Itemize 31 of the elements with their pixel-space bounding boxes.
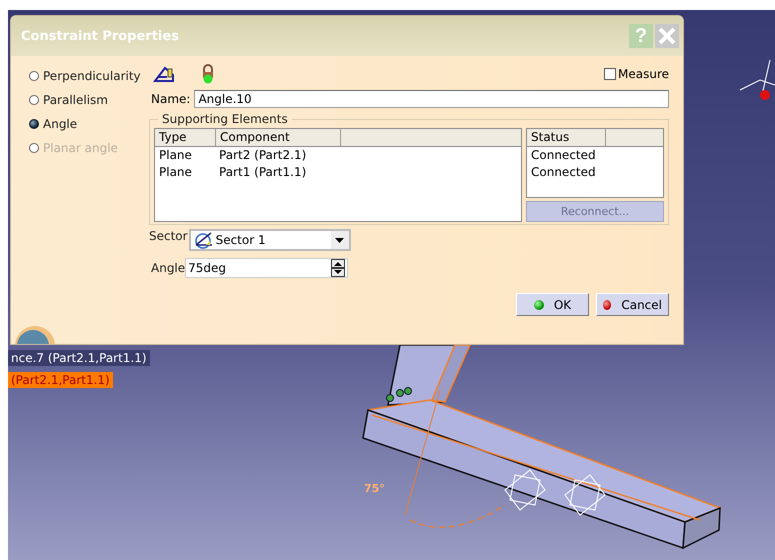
ok-button[interactable]: OK bbox=[516, 293, 589, 316]
sector-dropdown[interactable]: Sector 1 bbox=[188, 229, 351, 251]
column-header[interactable]: Type bbox=[155, 129, 216, 146]
name-label: Name: bbox=[151, 92, 190, 106]
name-field[interactable]: Angle.10 bbox=[194, 90, 669, 108]
table-cell-text: Part2 (Part2.1) bbox=[218, 147, 308, 164]
axis-drawing bbox=[740, 60, 775, 100]
measure-checkbox[interactable]: Measure bbox=[604, 67, 669, 81]
spin-arrows-icon[interactable] bbox=[331, 259, 346, 277]
angle-dimension-label: 75° bbox=[364, 482, 385, 495]
globe-icon bbox=[15, 326, 55, 344]
cancel-button[interactable]: Cancel bbox=[596, 293, 669, 316]
constraint-icon[interactable] bbox=[153, 65, 175, 83]
caret-icon bbox=[335, 238, 344, 242]
angle-spinbox[interactable]: 75deg bbox=[185, 258, 348, 278]
table-cell-text: Plane bbox=[158, 164, 193, 181]
radio-option[interactable]: Angle bbox=[29, 115, 149, 133]
table-cell-text: Part1 (Part1.1) bbox=[218, 164, 308, 181]
window-title: Constraint Properties bbox=[21, 28, 179, 44]
column-header[interactable]: Component bbox=[216, 129, 341, 146]
table-cell-text: Plane bbox=[158, 147, 193, 164]
radio-option[interactable]: Parallelism bbox=[29, 91, 149, 109]
table-cell-text: Connected bbox=[530, 164, 597, 181]
sector-label: Sector bbox=[149, 229, 188, 243]
sector-icon bbox=[194, 231, 214, 249]
table-cell-text: Connected bbox=[530, 147, 597, 164]
angle-label: Angle bbox=[151, 261, 186, 275]
radio-option[interactable]: Perpendicularity bbox=[29, 67, 149, 85]
group-title: Supporting Elements bbox=[161, 112, 289, 126]
tree-node[interactable]: nce.7 (Part2.1,Part1.1) bbox=[8, 350, 150, 366]
lock-icon[interactable] bbox=[201, 64, 215, 84]
